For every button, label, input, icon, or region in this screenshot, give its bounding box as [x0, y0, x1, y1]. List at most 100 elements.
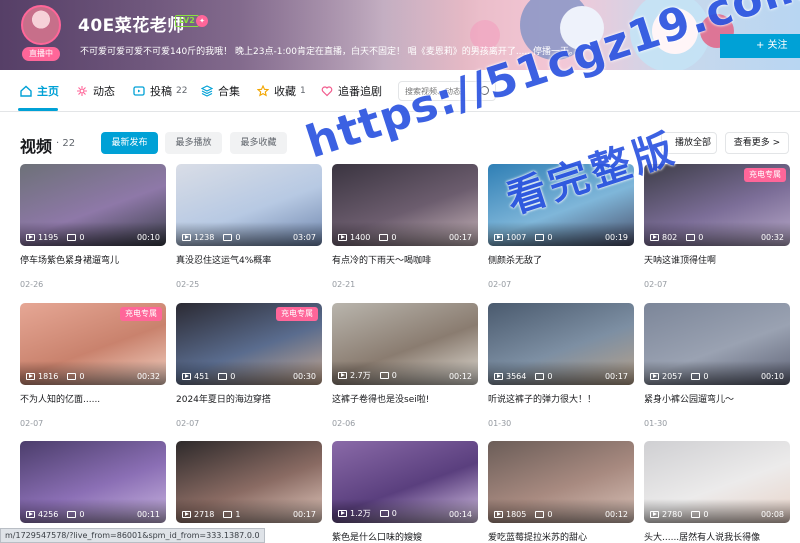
danmaku-count: 0 [79, 233, 85, 242]
video-card[interactable]: 4256000:11俩的关系咋样? [20, 441, 166, 543]
video-stats: 802 0 [650, 233, 703, 242]
search-icon[interactable] [480, 86, 489, 95]
danmaku-icon [223, 511, 233, 518]
play-all-button[interactable]: 播放全部 [661, 132, 717, 154]
dynamic-icon [77, 86, 87, 96]
video-thumbnail[interactable]: 充电专属 802 0 00:32 [644, 164, 790, 246]
video-title[interactable]: 天呐这谁顶得住啊 [644, 253, 790, 266]
danmaku-icon [535, 373, 545, 380]
live-badge[interactable]: 直播中 [22, 47, 60, 61]
video-date: 02-26 [20, 280, 44, 289]
view-count: 1238 [194, 233, 215, 242]
danmaku-icon [379, 510, 389, 517]
play-count-icon [338, 372, 347, 379]
danmaku-icon [379, 234, 389, 241]
tab-favorites[interactable]: 收藏 1 [257, 70, 306, 112]
video-card[interactable]: 1.2万 0 00:14 紫色是什么口味的嫂嫂 [332, 441, 478, 543]
video-card[interactable]: 1238 0 03:07 真没忍住这运气4%概率 02-25 [176, 164, 322, 289]
sort-most-played-button[interactable]: 最多播放 [165, 132, 222, 154]
tab-label: 主页 [37, 85, 59, 98]
video-card[interactable]: 2718 1 00:17 [176, 441, 322, 523]
view-count: 1400 [350, 233, 371, 242]
play-count-icon [182, 373, 191, 380]
video-thumbnail[interactable]: 2780 0 00:08 [644, 441, 790, 523]
video-thumbnail[interactable]: 2.7万 0 00:12 [332, 303, 478, 385]
collection-icon [201, 85, 213, 97]
video-thumbnail[interactable]: 充电专属 1816 0 00:32 [20, 303, 166, 385]
tab-label: 投稿 [150, 85, 172, 98]
section-count: · 22 [56, 138, 76, 149]
avatar[interactable] [21, 5, 61, 45]
video-duration: 00:08 [760, 510, 784, 519]
play-count-icon [650, 373, 659, 380]
video-title[interactable]: 紫色是什么口味的嫂嫂 [332, 530, 478, 543]
video-thumbnail[interactable]: 2718 1 00:17 [176, 441, 322, 523]
danmaku-count: 0 [547, 372, 553, 381]
video-title[interactable]: 不为人知的亿面...... [20, 392, 166, 405]
view-count: 1805 [506, 510, 527, 519]
play-count-icon [338, 234, 347, 241]
sort-most-favorited-button[interactable]: 最多收藏 [230, 132, 287, 154]
danmaku-count: 0 [547, 233, 553, 242]
video-card[interactable]: 2.7万 0 00:12 这裤子卷得也是没sei啦! 02-06 [332, 303, 478, 428]
video-date: 02-25 [176, 280, 200, 289]
video-date: 02-07 [644, 280, 668, 289]
tab-dynamic[interactable]: 动态 [76, 70, 115, 112]
video-title[interactable]: 2024年夏日的海边穿搭 [176, 392, 322, 405]
video-thumbnail[interactable]: 1007 0 00:19 [488, 164, 634, 246]
play-count-icon [182, 234, 191, 241]
video-thumbnail[interactable]: 1195 0 00:10 [20, 164, 166, 246]
video-thumbnail[interactable]: 1805 0 00:12 [488, 441, 634, 523]
video-duration: 00:17 [604, 372, 628, 381]
tab-label: 追番追剧 [338, 85, 382, 98]
play-count-icon [494, 234, 503, 241]
video-card[interactable]: 充电专属 451 0 00:30 2024年夏日的海边穿搭 02-07 [176, 303, 322, 428]
video-card[interactable]: 1400 0 00:17 有点冷的下雨天～喝咖啡 02-21 [332, 164, 478, 289]
video-thumbnail[interactable]: 4256 0 00:11 [20, 441, 166, 523]
video-thumbnail[interactable]: 1400 0 00:17 [332, 164, 478, 246]
tab-collections[interactable]: 合集 [201, 70, 240, 112]
star-icon [257, 85, 269, 97]
danmaku-count: 0 [703, 510, 709, 519]
tab-home[interactable]: 主页 [20, 70, 59, 112]
video-thumbnail[interactable]: 1238 0 03:07 [176, 164, 322, 246]
play-count-icon [494, 373, 503, 380]
video-duration: 00:14 [448, 510, 472, 519]
video-title[interactable]: 真没忍住这运气4%概率 [176, 253, 322, 266]
video-card[interactable]: 1805 0 00:12 爱吃蓝莓提拉米苏的甜心 [488, 441, 634, 543]
heart-icon [321, 86, 333, 97]
video-title[interactable]: 爱吃蓝莓提拉米苏的甜心 [488, 530, 634, 543]
video-stats: 1400 0 [338, 233, 396, 242]
video-title[interactable]: 这裤子卷得也是没sei啦! [332, 392, 478, 405]
follow-button[interactable]: + 关注 [720, 34, 800, 58]
video-title[interactable]: 停车场紫色紧身裙遛弯儿 [20, 253, 166, 266]
tab-bangumi[interactable]: 追番追剧 [321, 70, 382, 112]
video-card[interactable]: 充电专属 802 0 00:32 天呐这谁顶得住啊 02-07 [644, 164, 790, 289]
video-card[interactable]: 1195 0 00:10 停车场紫色紧身裙遛弯儿 02-26 [20, 164, 166, 289]
view-count: 802 [662, 233, 678, 242]
tab-uploads[interactable]: 投稿 22 [133, 70, 187, 112]
view-count: 4256 [38, 510, 59, 519]
video-card[interactable]: 2057 0 00:10 紧身小裤公园遛弯儿～ 01-30 [644, 303, 790, 428]
view-more-button[interactable]: 查看更多 > [725, 132, 789, 154]
danmaku-count: 0 [703, 372, 709, 381]
video-thumbnail[interactable]: 充电专属 451 0 00:30 [176, 303, 322, 385]
video-stats: 2780 0 [650, 510, 708, 519]
video-title[interactable]: 头大......居然有人说我长得像 [644, 530, 790, 543]
danmaku-count: 0 [547, 510, 553, 519]
video-title[interactable]: 侧颜杀无敌了 [488, 253, 634, 266]
video-thumbnail[interactable]: 2057 0 00:10 [644, 303, 790, 385]
video-card[interactable]: 1007 0 00:19 侧颜杀无敌了 02-07 [488, 164, 634, 289]
video-stats: 451 0 [182, 372, 235, 381]
video-title[interactable]: 听说这裤子的弹力很大！！ [488, 392, 634, 405]
video-card[interactable]: 2780 0 00:08 头大......居然有人说我长得像 [644, 441, 790, 543]
video-card[interactable]: 充电专属 1816 0 00:32 不为人知的亿面...... 02-07 [20, 303, 166, 428]
danmaku-count: 0 [79, 510, 85, 519]
danmaku-icon [686, 234, 696, 241]
sort-latest-button[interactable]: 最新发布 [101, 132, 158, 154]
video-thumbnail[interactable]: 1.2万 0 00:14 [332, 441, 478, 523]
video-card[interactable]: 3564 0 00:17 听说这裤子的弹力很大！！ 01-30 [488, 303, 634, 428]
video-thumbnail[interactable]: 3564 0 00:17 [488, 303, 634, 385]
video-title[interactable]: 有点冷的下雨天～喝咖啡 [332, 253, 478, 266]
video-title[interactable]: 紧身小裤公园遛弯儿～ [644, 392, 790, 405]
